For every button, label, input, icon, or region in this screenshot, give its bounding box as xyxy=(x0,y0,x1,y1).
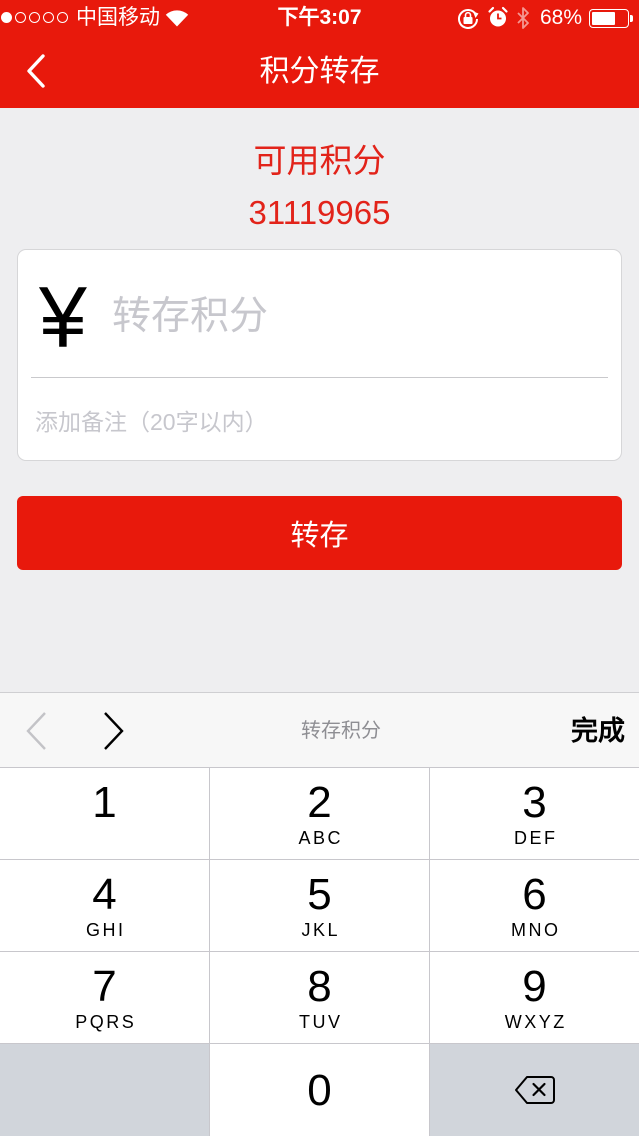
currency-symbol: ¥ xyxy=(39,270,87,366)
transfer-button-label: 转存 xyxy=(290,520,349,552)
delete-key[interactable] xyxy=(430,1044,639,1136)
battery-icon xyxy=(589,9,633,28)
available-points-label: 可用积分 xyxy=(253,142,386,179)
key-3[interactable]: 3 DEF xyxy=(430,768,639,859)
battery-percent: 68% xyxy=(540,6,583,29)
rotation-lock-icon xyxy=(458,9,479,29)
key-letters: TUV xyxy=(299,1012,343,1032)
page-title: 积分转存 xyxy=(259,55,380,88)
available-points-value: 31119965 xyxy=(248,194,391,231)
divider xyxy=(31,377,608,378)
key-digit: 9 xyxy=(522,962,547,1011)
chevron-left-icon[interactable] xyxy=(25,711,49,751)
transfer-card: ¥ xyxy=(17,249,622,461)
header: 中国移动 下午3:07 68% 积分转存 xyxy=(0,0,639,108)
key-letters: ABC xyxy=(298,828,343,848)
key-2[interactable]: 2 ABC xyxy=(210,768,429,859)
key-0[interactable]: 0 xyxy=(210,1044,429,1136)
key-7[interactable]: 7 PQRS xyxy=(0,952,209,1043)
number-pad: 1 2 ABC 3 DEF 4 GHI 5 JKL 6 MNO 7 PQRS 8… xyxy=(0,767,639,1136)
key-letters: GHI xyxy=(85,920,126,940)
key-letters: DEF xyxy=(514,828,558,848)
alarm-icon xyxy=(488,6,508,27)
chevron-right-icon[interactable] xyxy=(101,711,125,751)
key-9[interactable]: 9 WXYZ xyxy=(430,952,639,1043)
key-digit: 8 xyxy=(307,962,332,1011)
transfer-amount-input[interactable] xyxy=(112,288,602,346)
key-digit: 0 xyxy=(307,1066,332,1115)
status-bar: 中国移动 下午3:07 68% xyxy=(0,0,639,36)
key-digit: 7 xyxy=(92,962,117,1011)
key-8[interactable]: 8 TUV xyxy=(210,952,429,1043)
key-5[interactable]: 5 JKL xyxy=(210,860,429,951)
key-digit: 5 xyxy=(307,870,332,919)
key-digit: 6 xyxy=(522,870,547,919)
battery-nub xyxy=(630,15,633,22)
key-letters: PQRS xyxy=(75,1012,137,1032)
key-digit: 3 xyxy=(522,778,547,827)
key-digit: 4 xyxy=(92,870,117,919)
done-button[interactable]: 完成 xyxy=(571,715,625,747)
battery-fill xyxy=(592,12,616,25)
key-6[interactable]: 6 MNO xyxy=(430,860,639,951)
active-field-label: 转存积分 xyxy=(301,720,381,742)
bluetooth-icon xyxy=(517,7,529,29)
transfer-button[interactable]: 转存 xyxy=(17,496,622,570)
battery-body xyxy=(589,9,629,28)
key-blank xyxy=(0,1044,209,1136)
key-letters: WXYZ xyxy=(504,1012,567,1032)
key-4[interactable]: 4 GHI xyxy=(0,860,209,951)
backspace-icon xyxy=(514,1076,555,1104)
key-1[interactable]: 1 xyxy=(0,768,209,859)
key-digit: 1 xyxy=(92,778,117,827)
key-letters: MNO xyxy=(511,920,561,940)
keyboard-toolbar: 转存积分 完成 xyxy=(0,692,639,768)
remark-input[interactable] xyxy=(35,402,595,442)
key-digit: 2 xyxy=(307,778,332,827)
key-letters: JKL xyxy=(301,920,341,940)
